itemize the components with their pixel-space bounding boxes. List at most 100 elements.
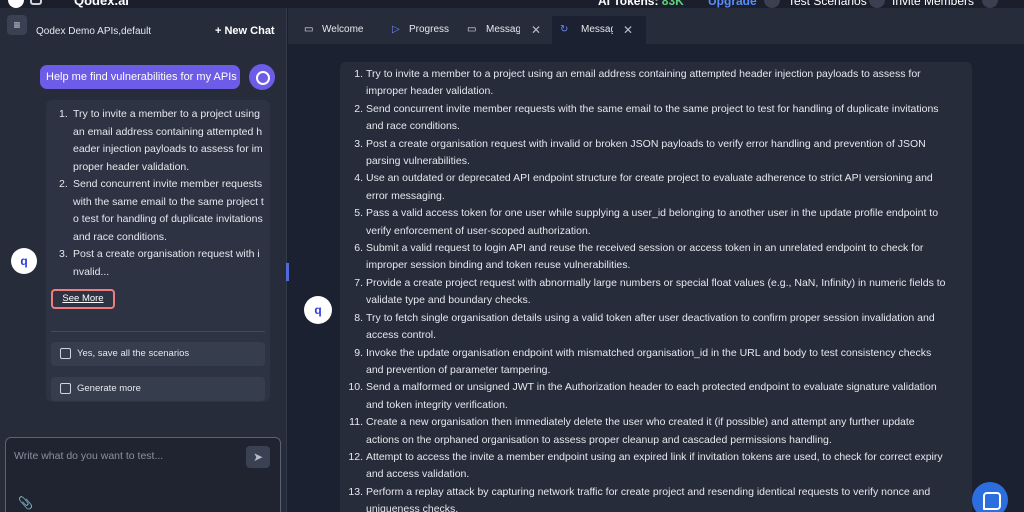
- item-text-line: Provide a create project request with ab…: [366, 276, 946, 289]
- item-number: 3.: [59, 248, 68, 260]
- chat-input[interactable]: [14, 448, 234, 464]
- scenario-item: 10. Send a malformed or unsigned JWT in t…: [346, 379, 968, 414]
- item-text-line: error messaging.: [366, 189, 445, 202]
- layout-icon[interactable]: [30, 0, 42, 5]
- item-text-line: Submit a valid request to login API and …: [366, 242, 924, 255]
- panel-resize-handle[interactable]: [286, 263, 289, 281]
- save-all-label: Yes, save all the scenarios: [77, 348, 190, 359]
- divider: [51, 331, 265, 332]
- item-text-line: and race conditions.: [366, 120, 460, 133]
- item-text-line: validate type and boundary checks.: [366, 294, 531, 307]
- attachment-icon[interactable]: 📎: [18, 496, 33, 510]
- collection-name[interactable]: Qodex Demo APIs,default: [36, 26, 151, 37]
- scenario-list: 1. Try to invite a member to a project us…: [346, 66, 968, 512]
- item-text-line: verify enforcement of user-scoped author…: [366, 224, 591, 237]
- item-number: 3.: [354, 137, 363, 150]
- tab-message-2[interactable]: ↻ Message ✕: [552, 16, 646, 46]
- tab-label: Message: [581, 24, 613, 35]
- new-chat-button[interactable]: + New Chat: [215, 25, 275, 37]
- ai-tokens-value: 83K: [661, 0, 684, 8]
- item-number: 11.: [349, 416, 363, 429]
- bot-avatar-icon: q: [11, 248, 37, 274]
- bot-scenario-item: 3. Post a create organisation request wit…: [55, 246, 265, 281]
- scenario-item: 6. Submit a valid request to login API an…: [346, 240, 968, 275]
- monitor-icon: ▭: [467, 24, 477, 35]
- item-text: Try to invite a member to a project usin…: [73, 108, 263, 173]
- scenario-item: 12. Attempt to access the invite a member…: [346, 449, 968, 484]
- item-text: Send concurrent invite member requests w…: [73, 178, 264, 243]
- user-message: Help me find vulnerabilities for my APIs: [40, 65, 240, 89]
- item-text-line: improper session binding and token reuse…: [366, 259, 631, 272]
- item-number: 4.: [354, 172, 363, 185]
- item-number: 9.: [354, 346, 363, 359]
- scenario-item: 13. Perform a replay attack by capturing …: [346, 484, 968, 512]
- invite-icon: [869, 0, 885, 8]
- support-chat-icon[interactable]: [972, 482, 1008, 512]
- item-text-line: Invoke the update organisation endpoint …: [366, 346, 932, 359]
- item-number: 8.: [354, 311, 363, 324]
- item-text: Post a create organisation request with …: [73, 248, 260, 278]
- tab-label: Welcome: [322, 24, 364, 35]
- bot-scenario-item: 2. Send concurrent invite member requests…: [55, 176, 265, 246]
- scenario-item: 3. Post a create organisation request wit…: [346, 136, 968, 171]
- item-text-line: uniqueness checks.: [366, 503, 459, 512]
- play-icon: ▷: [392, 24, 400, 35]
- tab-label: Progress: [409, 24, 450, 35]
- monitor-icon: ▭: [304, 24, 314, 35]
- tab-welcome[interactable]: ▭ Welcome: [288, 20, 376, 48]
- item-text-line: parsing vulnerabilities.: [366, 155, 470, 168]
- item-text-line: Perform a replay attack by capturing net…: [366, 485, 931, 498]
- generate-icon: [60, 383, 71, 394]
- scenario-item: 2. Send concurrent invite member requests…: [346, 101, 968, 136]
- item-number: 2.: [354, 102, 363, 115]
- tab-label: Message: [486, 24, 520, 35]
- upgrade-link[interactable]: Upgrade: [708, 0, 757, 8]
- bot-scenario-list: 1. Try to invite a member to a project us…: [55, 106, 265, 281]
- bot-scenario-item: 1. Try to invite a member to a project us…: [55, 106, 265, 176]
- item-text-line: Send concurrent invite member requests w…: [366, 102, 939, 115]
- item-text-line: Try to invite a member to a project usin…: [366, 68, 921, 80]
- close-icon[interactable]: ✕: [531, 20, 541, 40]
- item-text-line: Pass a valid access token for one user w…: [366, 207, 939, 220]
- item-text-line: improper header validation.: [366, 85, 494, 98]
- item-number: 2.: [59, 178, 68, 190]
- test-scenarios-button[interactable]: Test Scenarios: [788, 0, 867, 8]
- item-text-line: and prevention of parameter tampering.: [366, 363, 551, 376]
- scenario-item: 8. Try to fetch single organisation detai…: [346, 310, 968, 345]
- tab-message-1[interactable]: ▭ Message ✕: [456, 20, 552, 48]
- item-number: 13.: [348, 485, 363, 498]
- generate-more-label: Generate more: [77, 383, 141, 394]
- save-all-scenarios-button[interactable]: Yes, save all the scenarios: [51, 342, 265, 366]
- refresh-icon: ↻: [560, 24, 569, 35]
- user-avatar-icon: [249, 64, 275, 90]
- scenario-item: 1. Try to invite a member to a project us…: [346, 66, 968, 101]
- item-number: 5.: [354, 207, 363, 220]
- invite-members-button[interactable]: Invite Members: [892, 0, 974, 8]
- scenario-item: 7. Provide a create project request with …: [346, 275, 968, 310]
- item-text-line: actions on the orphaned organisation to …: [366, 433, 832, 446]
- top-bar: Qodex.ai AI Tokens: 83K Upgrade Test Sce…: [0, 0, 1024, 8]
- profile-avatar[interactable]: [982, 0, 998, 8]
- app-logo-icon: [8, 0, 24, 8]
- send-icon[interactable]: ➤: [246, 446, 270, 468]
- item-number: 1.: [354, 68, 363, 80]
- item-text-line: and token integrity verification.: [366, 398, 508, 411]
- item-text-line: access control.: [366, 329, 437, 342]
- chat-input-box: ➤ 📎: [5, 437, 281, 512]
- scenario-item: 5. Pass a valid access token for one user…: [346, 205, 968, 240]
- item-text-line: Attempt to access the invite a member en…: [366, 450, 943, 463]
- item-number: 12.: [348, 450, 363, 463]
- brand-name: Qodex.ai: [74, 0, 129, 8]
- see-more-button[interactable]: See More: [51, 289, 115, 309]
- scenario-item: 9. Invoke the update organisation endpoin…: [346, 345, 968, 380]
- ai-tokens: AI Tokens: 83K: [598, 0, 684, 8]
- item-text-line: Send a malformed or unsigned JWT in the …: [366, 381, 937, 394]
- generate-more-button[interactable]: Generate more: [51, 377, 265, 401]
- close-icon[interactable]: ✕: [623, 20, 633, 40]
- item-text-line: Try to fetch single organisation details…: [366, 311, 935, 324]
- item-text-line: and access validation.: [366, 468, 470, 481]
- scenario-item: 4. Use an outdated or deprecated API endp…: [346, 170, 968, 205]
- tab-progress[interactable]: ▷ Progress: [376, 20, 456, 48]
- item-text-line: Use an outdated or deprecated API endpoi…: [366, 172, 933, 185]
- menu-icon[interactable]: ≡: [7, 15, 27, 35]
